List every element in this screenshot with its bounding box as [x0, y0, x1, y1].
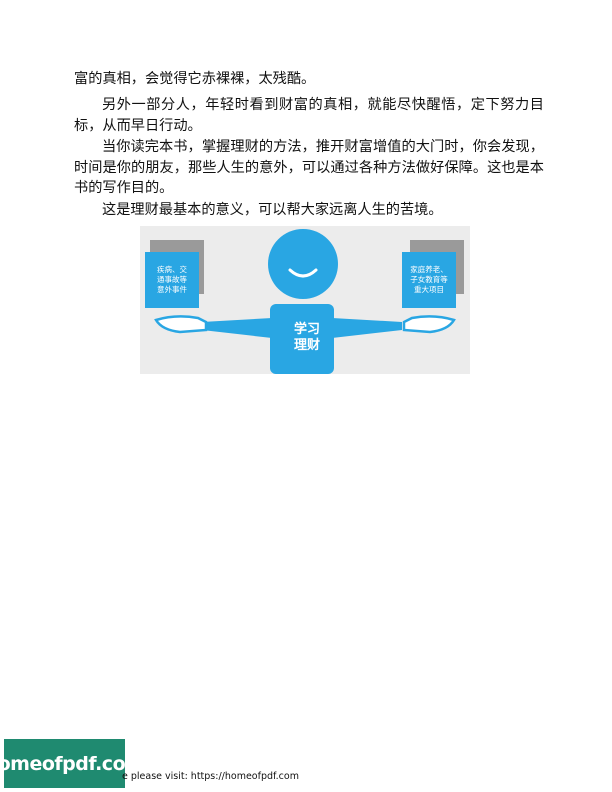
- badge-line: 理财: [293, 338, 320, 353]
- site-logo[interactable]: homeofpdf.com: [0, 739, 145, 788]
- left-arm: [202, 318, 272, 338]
- left-card-line: 意外事件: [157, 285, 187, 294]
- footer-link-text[interactable]: e please visit: https://homeofpdf.com: [122, 771, 299, 782]
- right-hand-icon: [402, 315, 456, 334]
- left-card: 疾病、交 通事故等 意外事件: [145, 252, 199, 308]
- head-icon: [268, 229, 338, 299]
- badge-label: 学习 理财: [282, 322, 332, 354]
- paragraph-1: 富的真相，会觉得它赤裸裸，太残酷。: [74, 71, 316, 87]
- paragraph-4: 这是理财最基本的意义，可以帮大家远离人生的苦境。: [102, 202, 443, 218]
- right-card-line: 家庭养老、: [410, 265, 448, 274]
- right-card-line: 子女教育等: [410, 275, 448, 284]
- left-card-line: 疾病、交: [157, 265, 187, 274]
- right-arm: [332, 318, 402, 338]
- badge-line: 学习: [293, 322, 320, 337]
- left-hand-icon: [154, 315, 208, 334]
- paragraph-3: 当你读完本书，掌握理财的方法，推开财富增值的大门时，你会发现，时间是你的朋友，那…: [74, 139, 544, 196]
- right-card-line: 重大项目: [414, 285, 444, 294]
- right-card: 家庭养老、 子女教育等 重大项目: [402, 252, 456, 308]
- balance-figure: 疾病、交 通事故等 意外事件 家庭养老、 子女教育等 重大项目 学习 理财: [140, 226, 470, 374]
- paragraph-2: 另外一部分人，年轻时看到财富的真相，就能尽快醒悟，定下努力目标，从而早日行动。: [74, 97, 544, 134]
- left-card-line: 通事故等: [157, 275, 187, 284]
